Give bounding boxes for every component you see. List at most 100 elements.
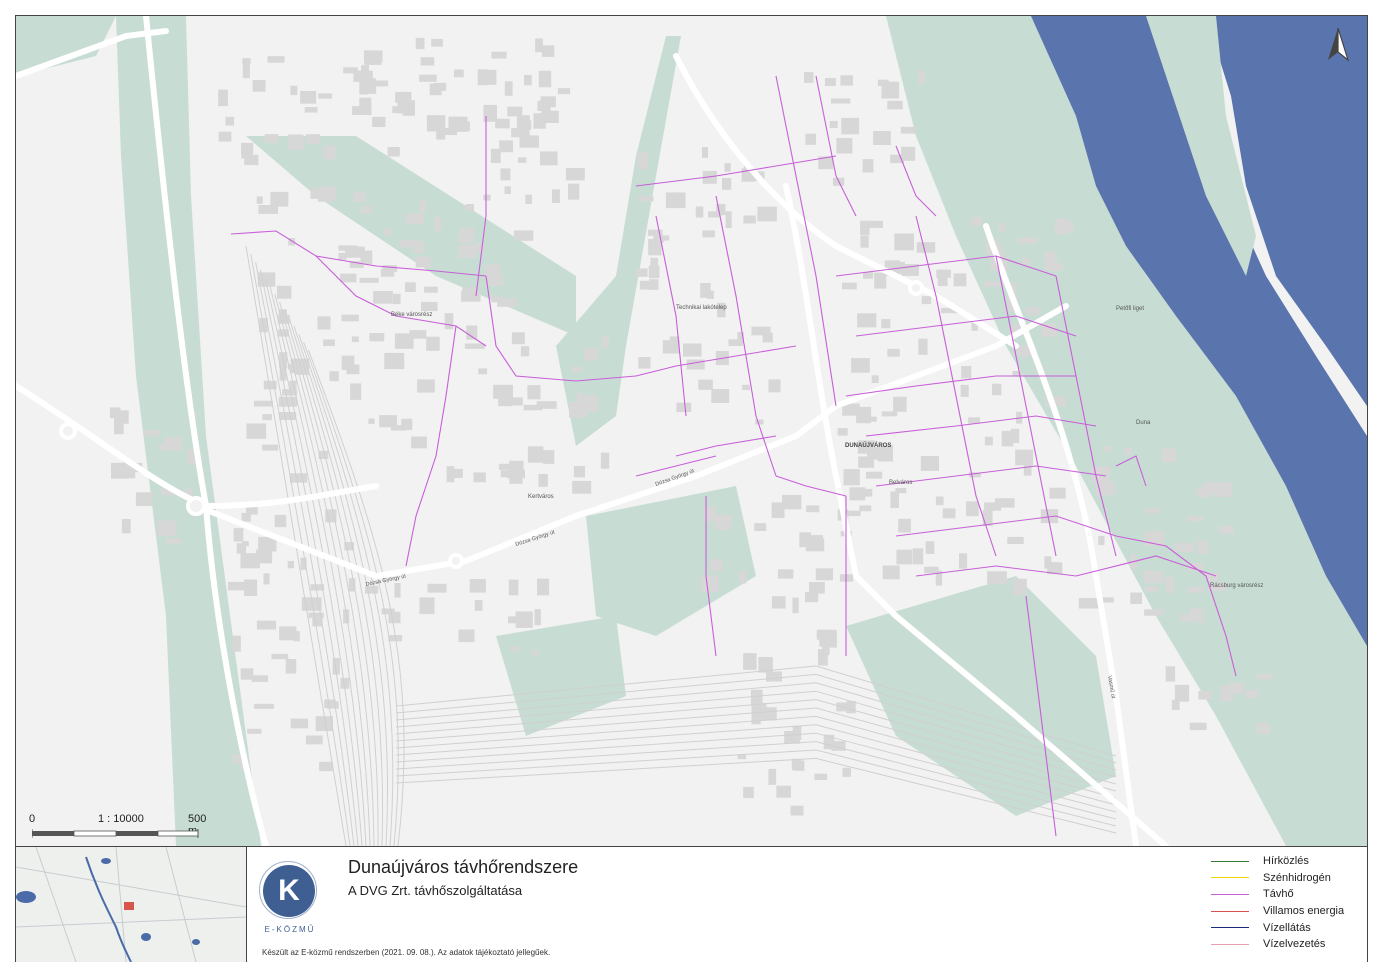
building [350,383,362,400]
building [794,760,805,771]
building [509,646,519,652]
building [1189,722,1207,731]
building [1103,446,1111,453]
building [290,718,309,729]
building [252,80,266,92]
building [1018,237,1038,244]
building [504,81,513,96]
building [518,157,527,163]
building [459,228,475,243]
building [525,194,532,204]
building [829,121,838,128]
building [483,194,491,201]
building [960,384,969,397]
building [424,286,438,293]
building [509,469,523,484]
building [702,147,708,158]
building [270,191,289,207]
building [715,520,732,530]
building [135,492,153,506]
legend-label: Vízelvezetés [1263,938,1326,951]
logo-text: E-KÖZMŰ [264,925,316,934]
building [901,146,916,161]
building [857,313,877,328]
building [724,163,731,172]
building [267,56,285,63]
building [695,206,704,218]
map-title: Dunaújváros távhőrendszere [348,857,579,877]
building [881,411,898,417]
building [477,69,488,86]
building [373,291,393,304]
map-svg[interactable]: DUNAÚJVÁROS Technikai lakótelep Belváros… [16,16,1367,846]
building [1015,449,1034,466]
building [507,106,523,117]
building [1091,475,1110,483]
building [520,346,530,357]
legend-line-swatch [1211,927,1249,929]
building [227,581,245,591]
building [768,379,781,393]
building [776,785,791,798]
building [860,220,870,235]
building [395,91,412,103]
building [841,117,860,135]
building [920,456,939,471]
building [473,472,486,483]
building [232,635,241,652]
building [710,559,723,571]
building [166,538,182,545]
building [1165,576,1174,593]
building [319,186,337,201]
building [317,316,331,330]
building [994,498,1015,508]
building [405,213,424,224]
building [708,211,720,218]
label-beke: Béke városrész [391,312,432,318]
building [777,569,794,579]
label-racsburg: Rácsburg városrész [1210,583,1263,589]
label-petofi: Petőfi liget [1116,306,1144,312]
building [244,579,258,596]
building [1256,673,1273,680]
building [359,106,370,112]
building [450,125,457,136]
building [572,480,592,494]
building [984,281,1003,287]
e-kozmu-logo: K [263,865,315,917]
building [262,414,272,421]
legend: Hírközlés Szénhidrogén Távhő Villamos energ… [1211,853,1361,953]
building [918,338,928,355]
building [387,147,400,157]
building [894,233,914,251]
building [792,597,799,614]
building [144,430,160,437]
building [686,359,705,370]
building [552,189,560,203]
building [495,118,510,129]
building [394,333,414,349]
building [837,428,848,436]
building [984,436,993,446]
building [491,295,500,303]
building [164,437,182,451]
building [971,217,983,226]
legend-line-swatch [1211,910,1249,912]
building [505,397,523,406]
building [379,415,397,428]
legend-line-swatch [1211,943,1249,945]
legend-label: Szénhidrogén [1263,871,1331,884]
building [572,366,583,373]
building [293,631,300,642]
building [809,582,825,594]
building [865,471,883,479]
building [755,419,764,425]
building [109,407,121,419]
legend-item: Vízelvezetés [1211,936,1361,953]
building [523,404,543,411]
building [843,469,860,486]
building [537,578,550,596]
map-canvas[interactable]: DUNAÚJVÁROS Technikai lakótelep Belváros… [16,16,1367,846]
building [511,332,525,345]
building [1245,690,1260,699]
